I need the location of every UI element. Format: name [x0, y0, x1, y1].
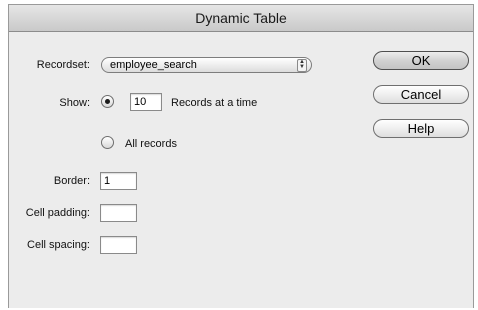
all-records-label: All records — [125, 138, 177, 150]
cell-padding-input[interactable] — [100, 204, 137, 222]
all-records-radio[interactable] — [101, 136, 114, 149]
border-input[interactable]: 1 — [100, 172, 137, 190]
recordset-label: Recordset: — [36, 59, 90, 71]
border-label: Border: — [53, 175, 90, 187]
cell-spacing-input[interactable] — [100, 236, 137, 254]
dynamic-table-dialog: Dynamic Table Recordset: employee_search… — [8, 4, 474, 308]
recordset-select[interactable]: employee_search ▲ ▼ — [101, 57, 312, 73]
up-down-arrows-icon: ▲ ▼ — [297, 59, 307, 72]
records-at-a-time-radio[interactable] — [101, 95, 114, 108]
cancel-button[interactable]: Cancel — [373, 85, 469, 104]
records-at-a-time-label: Records at a time — [171, 97, 258, 109]
dialog-title: Dynamic Table — [9, 5, 473, 32]
show-label: Show: — [59, 97, 90, 109]
ok-button[interactable]: OK — [373, 51, 469, 70]
cell-padding-label: Cell padding: — [25, 207, 90, 219]
help-button[interactable]: Help — [373, 119, 469, 138]
records-count-input[interactable]: 10 — [130, 93, 162, 111]
recordset-value: employee_search — [110, 59, 197, 71]
cell-spacing-label: Cell spacing: — [27, 239, 90, 251]
